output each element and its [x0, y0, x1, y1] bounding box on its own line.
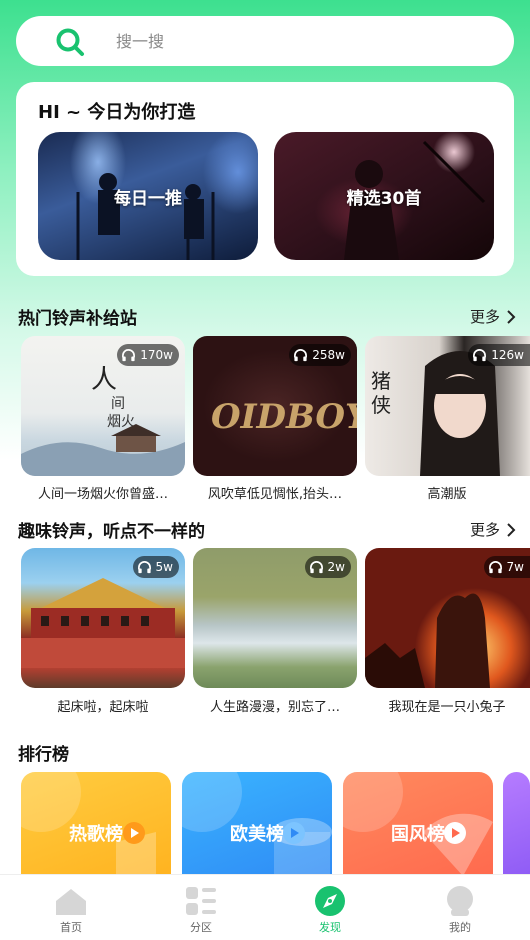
tab-label: 发现 [319, 921, 341, 934]
fun-item-1-caption: 起床啦，起床啦 [57, 700, 149, 715]
rank-label: 欧美榜 [230, 824, 284, 845]
play-count-badge: 126w [468, 344, 530, 366]
daily-pick-card[interactable]: 每日一推 [38, 132, 258, 260]
svg-text:猪: 猪 [371, 369, 391, 393]
user-icon [447, 886, 473, 916]
headphones-icon [473, 348, 487, 361]
fun-item-2-caption: 人生路漫漫，别忘了… [209, 700, 340, 715]
fun-item-3[interactable]: 7w [365, 548, 530, 688]
hot-item-3-caption: 高潮版 [427, 487, 467, 502]
bottom-tab-bar: 首页 分区 发现 我的 [0, 874, 530, 940]
rank-label: 国风榜 [391, 824, 445, 845]
rank-label: 热歌榜 [69, 824, 123, 845]
headphones-icon [137, 560, 151, 573]
search-bar[interactable] [16, 16, 514, 66]
top30-card[interactable]: 精选30首 [274, 132, 494, 260]
play-count: 126w [491, 348, 524, 362]
top30-label: 精选30首 [346, 188, 422, 209]
fun-more-link[interactable]: 更多 [470, 519, 516, 540]
play-icon [123, 822, 145, 844]
tab-label: 首页 [60, 921, 82, 934]
play-icon [444, 822, 466, 844]
hot-section-title: 热门铃声补给站 [18, 309, 137, 329]
fun-section-title: 趣味铃声，听点不一样的 [18, 522, 205, 542]
headphones-icon [488, 560, 502, 573]
today-card: HI ~ 今日为你打造 每日一推 精选30首 [16, 82, 514, 276]
headphones-icon [122, 348, 136, 361]
play-count: 170w [140, 348, 173, 362]
tab-category[interactable]: 分区 [161, 885, 241, 935]
tab-discover[interactable]: 发现 [290, 885, 370, 935]
ranking-title: 排行榜 [18, 745, 69, 765]
greeting-title: HI ~ 今日为你打造 [38, 102, 196, 123]
play-icon [283, 822, 305, 844]
play-count-badge: 258w [289, 344, 351, 366]
play-count: 2w [327, 560, 345, 574]
grid-list-icon [186, 887, 216, 915]
rank-western[interactable]: 欧美榜 [182, 772, 332, 876]
hot-item-1-caption: 人间一场烟火你曾盛… [37, 487, 168, 502]
search-input[interactable] [116, 28, 496, 54]
play-count: 7w [506, 560, 524, 574]
rank-hot-songs[interactable]: 热歌榜 [21, 772, 171, 876]
rank-more-card[interactable] [503, 772, 530, 876]
fun-more-label: 更多 [469, 521, 500, 539]
play-count: 5w [155, 560, 173, 574]
daily-pick-label: 每日一推 [114, 188, 182, 209]
tab-home[interactable]: 首页 [31, 885, 111, 935]
hot-more-label: 更多 [469, 308, 500, 326]
rank-chinese-style[interactable]: 国风榜 [343, 772, 493, 876]
play-count-badge: 7w [483, 556, 530, 578]
svg-text:人: 人 [91, 365, 117, 395]
hot-item-3[interactable]: 猪 侠 126w [365, 336, 530, 476]
chevron-right-icon [507, 522, 516, 537]
play-count-badge: 2w [304, 556, 351, 578]
play-count: 258w [312, 348, 345, 362]
tab-mine[interactable]: 我的 [420, 885, 500, 935]
tab-label: 分区 [190, 921, 212, 934]
hot-item-2[interactable]: OIDBOY 258w [193, 336, 357, 476]
svg-text:侠: 侠 [371, 393, 391, 417]
headphones-icon [294, 348, 308, 361]
hot-item-2-caption: 风吹草低见惆怅,抬头… [207, 487, 343, 502]
hot-more-link[interactable]: 更多 [470, 306, 516, 327]
svg-text:间: 间 [111, 396, 125, 412]
compass-icon [315, 886, 345, 916]
fun-item-1[interactable]: 5w [21, 548, 185, 688]
fun-item-3-caption: 我现在是一只小兔子 [388, 700, 506, 715]
tab-label: 我的 [449, 921, 471, 934]
fun-item-2[interactable]: 2w [193, 548, 357, 688]
headphones-icon [309, 560, 323, 573]
play-count-badge: 5w [132, 556, 179, 578]
search-icon [56, 28, 84, 56]
play-count-badge: 170w [117, 344, 179, 366]
home-icon [56, 889, 86, 915]
svg-text:OIDBOY: OIDBOY [211, 397, 357, 437]
chevron-right-icon [507, 309, 516, 324]
hot-item-1[interactable]: 人 间 烟火 170w [21, 336, 185, 476]
